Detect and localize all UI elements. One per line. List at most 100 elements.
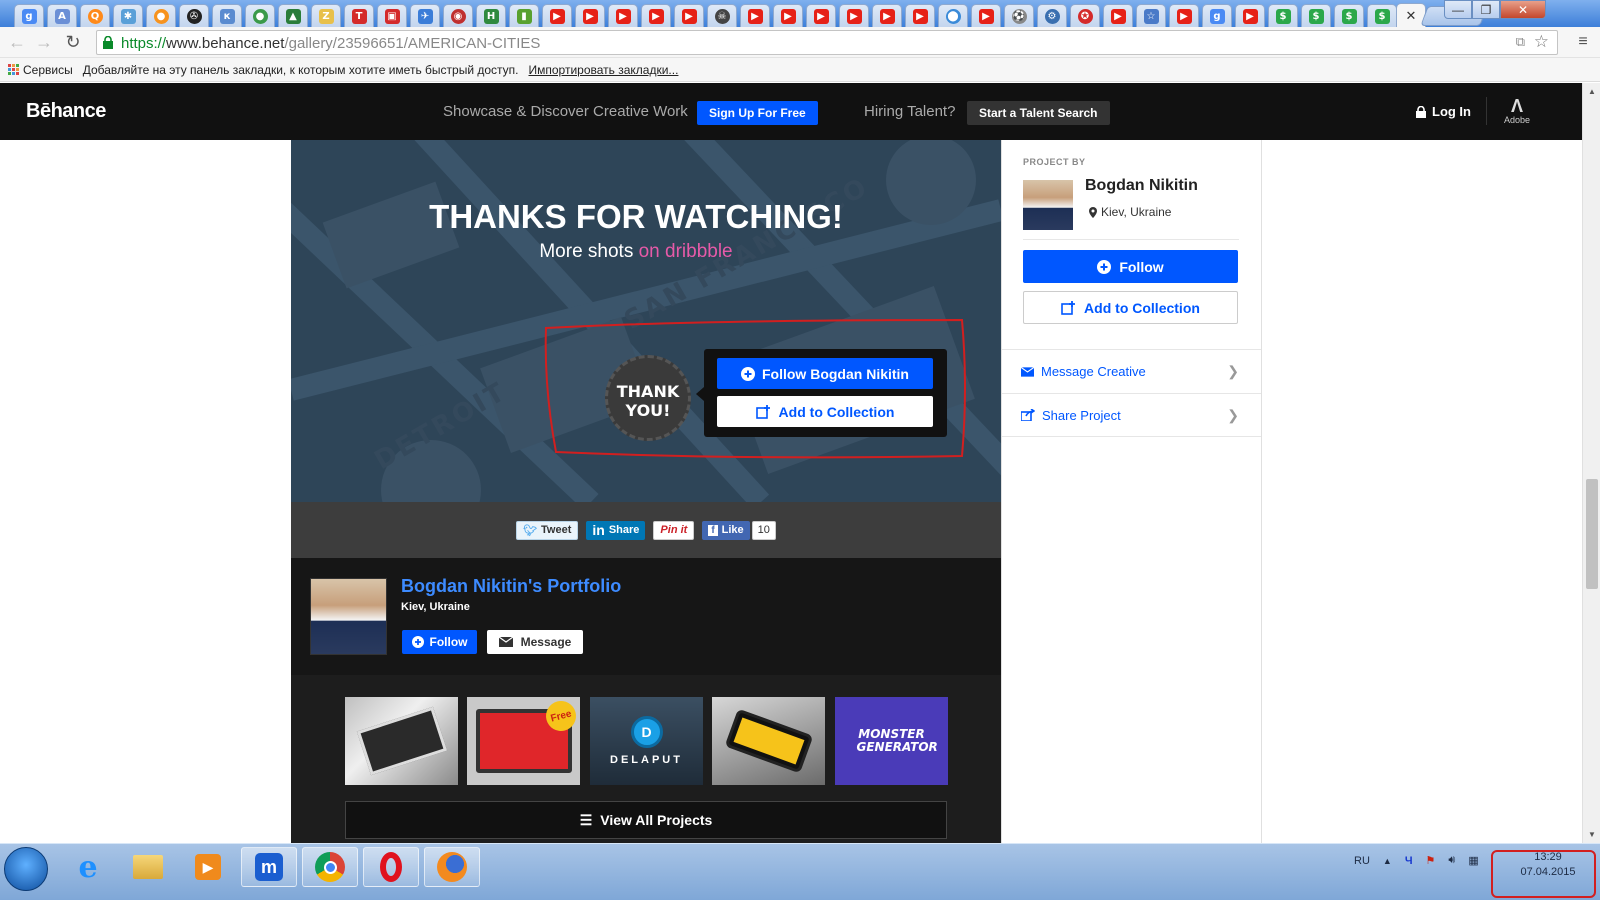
browser-tab[interactable]: ☠ (707, 4, 737, 27)
portfolio-follow-button[interactable]: Follow (402, 630, 477, 654)
browser-tab[interactable]: ▶ (839, 4, 869, 27)
forward-icon[interactable]: → (33, 31, 55, 53)
browser-tab[interactable]: H (476, 4, 506, 27)
volume-icon[interactable]: 🔊︎ (1448, 854, 1455, 867)
browser-tab[interactable]: ▶ (608, 4, 638, 27)
creator-name-link[interactable]: Bogdan Nikitin (1085, 177, 1198, 195)
scroll-up-icon[interactable]: ▲ (1588, 87, 1596, 96)
browser-tab[interactable]: ▶ (1169, 4, 1199, 27)
view-all-projects-button[interactable]: ☰ View All Projects (345, 801, 947, 839)
address-bar[interactable]: https://www.behance.net/gallery/23596651… (96, 30, 1558, 55)
browser-tab[interactable]: ✪ (1070, 4, 1100, 27)
login-link[interactable]: Log In (1416, 104, 1471, 119)
browser-tab[interactable]: $ (1301, 4, 1331, 27)
internet-explorer-icon[interactable]: e (60, 847, 116, 887)
browser-tab[interactable]: ⚽ (1004, 4, 1034, 27)
action-center-flag-icon[interactable]: ⚑ (1426, 854, 1436, 867)
facebook-like-button[interactable]: f Like (702, 520, 750, 540)
browser-tab[interactable]: Z (311, 4, 341, 27)
browser-tab[interactable]: ✱ (113, 4, 143, 27)
browser-tab[interactable]: ▶ (806, 4, 836, 27)
browser-tab[interactable]: ✈ (410, 4, 440, 27)
browser-tab[interactable]: ▶ (773, 4, 803, 27)
browser-tab[interactable]: $ (1268, 4, 1298, 27)
follow-creator-button[interactable]: Follow Bogdan Nikitin (717, 358, 933, 389)
browser-tab[interactable]: ▣ (377, 4, 407, 27)
share-project-link[interactable]: Share Project ❯ (1002, 393, 1261, 437)
browser-tab[interactable]: $ (1334, 4, 1364, 27)
browser-tab[interactable]: g (1202, 4, 1232, 27)
project-thumbnail[interactable]: MONSTER GENERATOR (835, 697, 948, 785)
browser-tab[interactable]: ▶ (872, 4, 902, 27)
avatar[interactable] (1023, 180, 1073, 230)
browser-tab[interactable]: ▶ (641, 4, 671, 27)
minimize-button[interactable]: — (1444, 0, 1472, 19)
browser-tab[interactable]: $ (1367, 4, 1397, 27)
file-explorer-icon[interactable] (120, 847, 176, 887)
tweet-button[interactable]: 🐦︎ Tweet (516, 520, 579, 540)
translate-page-icon[interactable]: ⧉ (1516, 34, 1525, 50)
browser-tab[interactable]: ▶ (674, 4, 704, 27)
browser-tab[interactable]: к (212, 4, 242, 27)
browser-tab[interactable]: ▶ (575, 4, 605, 27)
browser-tab[interactable]: ▶ (740, 4, 770, 27)
show-hidden-icons-icon[interactable]: ▲ (1383, 856, 1392, 866)
maximize-button[interactable]: ❐ (1472, 0, 1500, 19)
project-thumbnail[interactable]: Free (467, 697, 580, 785)
browser-tab[interactable]: ✇ (179, 4, 209, 27)
browser-tab[interactable]: ▮ (509, 4, 539, 27)
project-thumbnail[interactable] (345, 697, 458, 785)
windows-start-icon[interactable] (4, 847, 48, 891)
network-icon[interactable]: ▦ (1468, 854, 1478, 867)
browser-tab[interactable]: ● (146, 4, 176, 27)
message-creative-link[interactable]: Message Creative ❯ (1002, 349, 1261, 393)
page-scrollbar[interactable]: ▲ ▼ (1582, 83, 1600, 843)
browser-tab[interactable]: ⚙ (1037, 4, 1067, 27)
media-player-icon[interactable]: ▶ (180, 847, 236, 887)
opera-icon[interactable] (363, 847, 419, 887)
browser-tab[interactable]: ▲ (278, 4, 308, 27)
talent-search-button[interactable]: Start a Talent Search (967, 101, 1110, 125)
linkedin-share-button[interactable]: in Share (586, 520, 646, 540)
back-icon[interactable]: ← (6, 31, 28, 53)
bookmark-star-icon[interactable]: ☆ (1534, 32, 1549, 52)
browser-tab[interactable]: ☆ (1136, 4, 1166, 27)
signup-button[interactable]: Sign Up For Free (697, 101, 818, 125)
browser-tab[interactable]: Q (80, 4, 110, 27)
browser-tab[interactable]: ▶ (971, 4, 1001, 27)
pinterest-button[interactable]: Pin it (653, 520, 695, 540)
behance-logo[interactable]: Bēhance (26, 100, 106, 123)
scroll-down-icon[interactable]: ▼ (1588, 830, 1596, 839)
browser-tab[interactable]: g (14, 4, 44, 27)
avatar[interactable] (310, 578, 387, 655)
portfolio-name-link[interactable]: Bogdan Nikitin's Portfolio (401, 576, 621, 597)
firefox-icon[interactable] (424, 847, 480, 887)
browser-tab[interactable]: ▶ (1235, 4, 1265, 27)
apps-shortcut[interactable]: Сервисы (8, 63, 73, 77)
chrome-icon[interactable] (302, 847, 358, 887)
close-window-button[interactable]: ✕ (1500, 0, 1546, 19)
browser-tab[interactable]: ▶ (1103, 4, 1133, 27)
project-thumbnail[interactable] (712, 697, 825, 785)
maxthon-icon[interactable]: m (241, 847, 297, 887)
import-bookmarks-link[interactable]: Импортировать закладки... (529, 63, 679, 77)
reload-icon[interactable]: ↻ (62, 31, 84, 53)
keyboard-icon[interactable]: Ч (1405, 855, 1413, 867)
browser-tab[interactable]: ● (245, 4, 275, 27)
sidebar-follow-button[interactable]: Follow (1023, 250, 1238, 283)
scrollbar-thumb[interactable] (1586, 479, 1598, 589)
project-thumbnail[interactable]: D DELAPUT (590, 697, 703, 785)
portfolio-message-button[interactable]: Message (487, 630, 583, 654)
browser-tab[interactable]: A (47, 4, 77, 27)
sidebar-add-to-collection-button[interactable]: Add to Collection (1023, 291, 1238, 324)
menu-icon[interactable]: ≡ (1572, 31, 1594, 53)
browser-tab[interactable]: ▶ (542, 4, 572, 27)
browser-tab[interactable]: ◉ (443, 4, 473, 27)
language-indicator[interactable]: RU (1354, 855, 1370, 867)
browser-tab[interactable]: T (344, 4, 374, 27)
browser-tab[interactable]: ⬤ (938, 4, 968, 27)
add-to-collection-button[interactable]: Add to Collection (717, 396, 933, 427)
adobe-logo[interactable]: Ʌ Adobe (1502, 97, 1532, 125)
browser-tab[interactable]: ▶ (905, 4, 935, 27)
dribbble-link[interactable]: on dribbble (639, 241, 733, 262)
